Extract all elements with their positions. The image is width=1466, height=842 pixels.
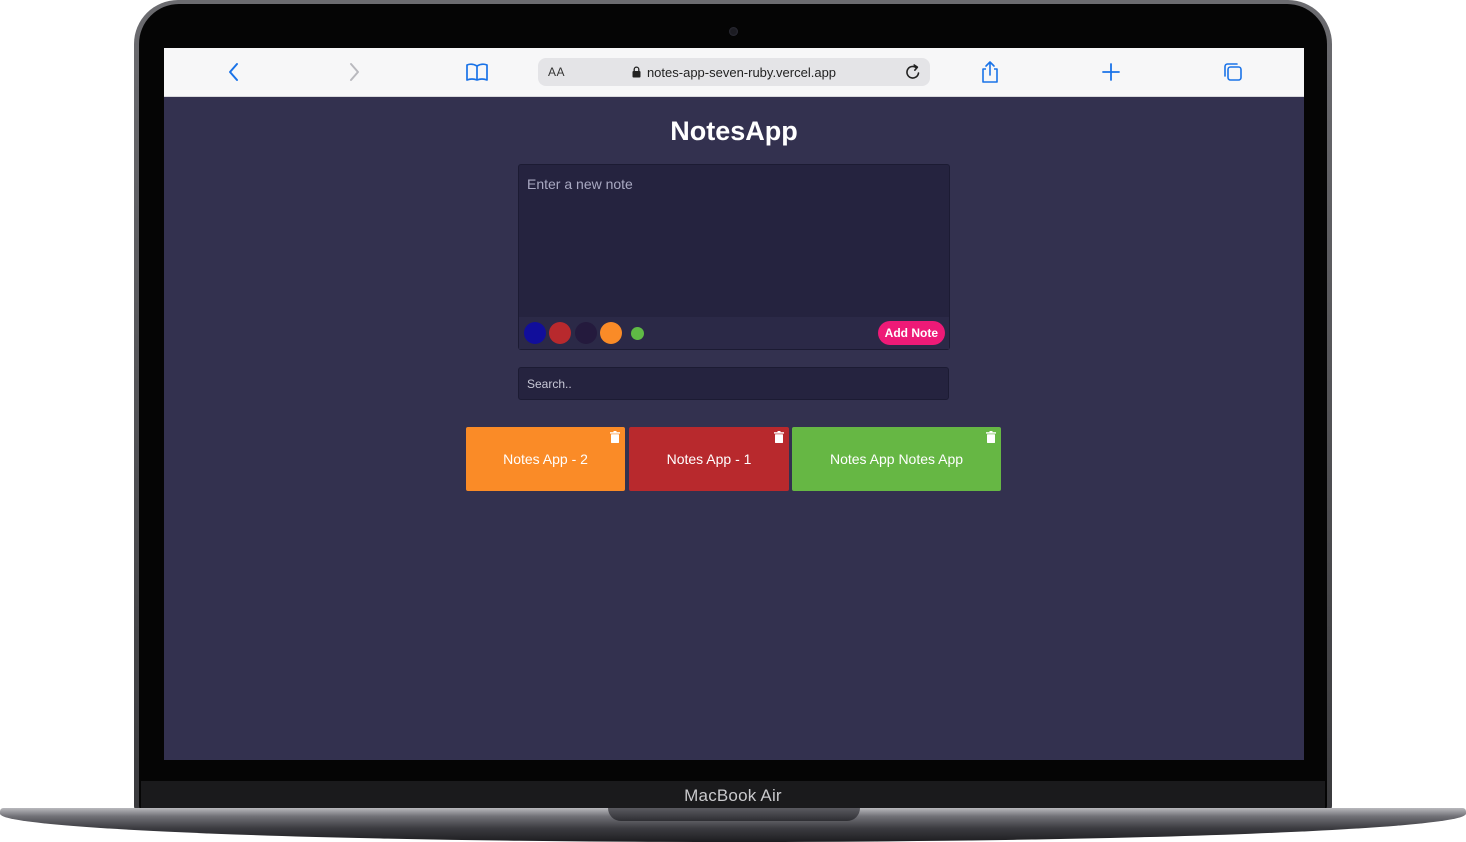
note-composer: Add Note xyxy=(518,164,950,350)
tabs-icon[interactable] xyxy=(1219,58,1247,86)
color-swatch-orange[interactable] xyxy=(600,322,622,344)
url-display: notes-app-seven-ruby.vercel.app xyxy=(538,58,930,86)
trash-icon[interactable] xyxy=(774,431,784,443)
new-note-input[interactable] xyxy=(519,165,949,317)
plus-icon[interactable] xyxy=(1097,58,1125,86)
color-swatch-green[interactable] xyxy=(631,327,644,340)
chevron-left-icon[interactable] xyxy=(220,58,248,86)
url-text: notes-app-seven-ruby.vercel.app xyxy=(646,64,837,80)
lock-icon xyxy=(632,66,641,78)
add-note-button[interactable]: Add Note xyxy=(877,321,945,345)
note-text: Notes App - 1 xyxy=(666,451,752,467)
search-input[interactable] xyxy=(518,367,949,400)
browser-toolbar: AA notes-app-seven-ruby.vercel.app xyxy=(164,48,1304,97)
chevron-right-icon[interactable] xyxy=(340,58,368,86)
color-swatch-red[interactable] xyxy=(549,322,571,344)
color-swatch-dark-purple[interactable] xyxy=(575,322,597,344)
address-bar[interactable]: AA notes-app-seven-ruby.vercel.app xyxy=(538,58,930,86)
laptop-notch xyxy=(608,808,860,821)
note-card[interactable]: Notes App - 1 xyxy=(629,427,789,491)
note-text: Notes App - 2 xyxy=(503,451,588,467)
note-card[interactable]: Notes App - 2 xyxy=(466,427,625,491)
trash-icon[interactable] xyxy=(610,431,620,443)
color-swatch-blue[interactable] xyxy=(524,322,546,344)
browser-screen: AA notes-app-seven-ruby.vercel.app Notes xyxy=(164,48,1304,760)
reload-icon[interactable] xyxy=(902,61,924,83)
note-card[interactable]: Notes App Notes App xyxy=(792,427,1001,491)
trash-icon[interactable] xyxy=(986,431,996,443)
device-label: MacBook Air xyxy=(684,786,782,805)
share-icon[interactable] xyxy=(976,58,1004,86)
camera-icon xyxy=(729,27,738,36)
composer-footer: Add Note xyxy=(519,317,949,349)
page-title: NotesApp xyxy=(670,116,798,146)
screenshot-stage: MacBook Air AA notes-app-seven-ruby.verc… xyxy=(0,0,1466,842)
book-icon[interactable] xyxy=(463,58,491,86)
note-text: Notes App Notes App xyxy=(829,451,964,467)
